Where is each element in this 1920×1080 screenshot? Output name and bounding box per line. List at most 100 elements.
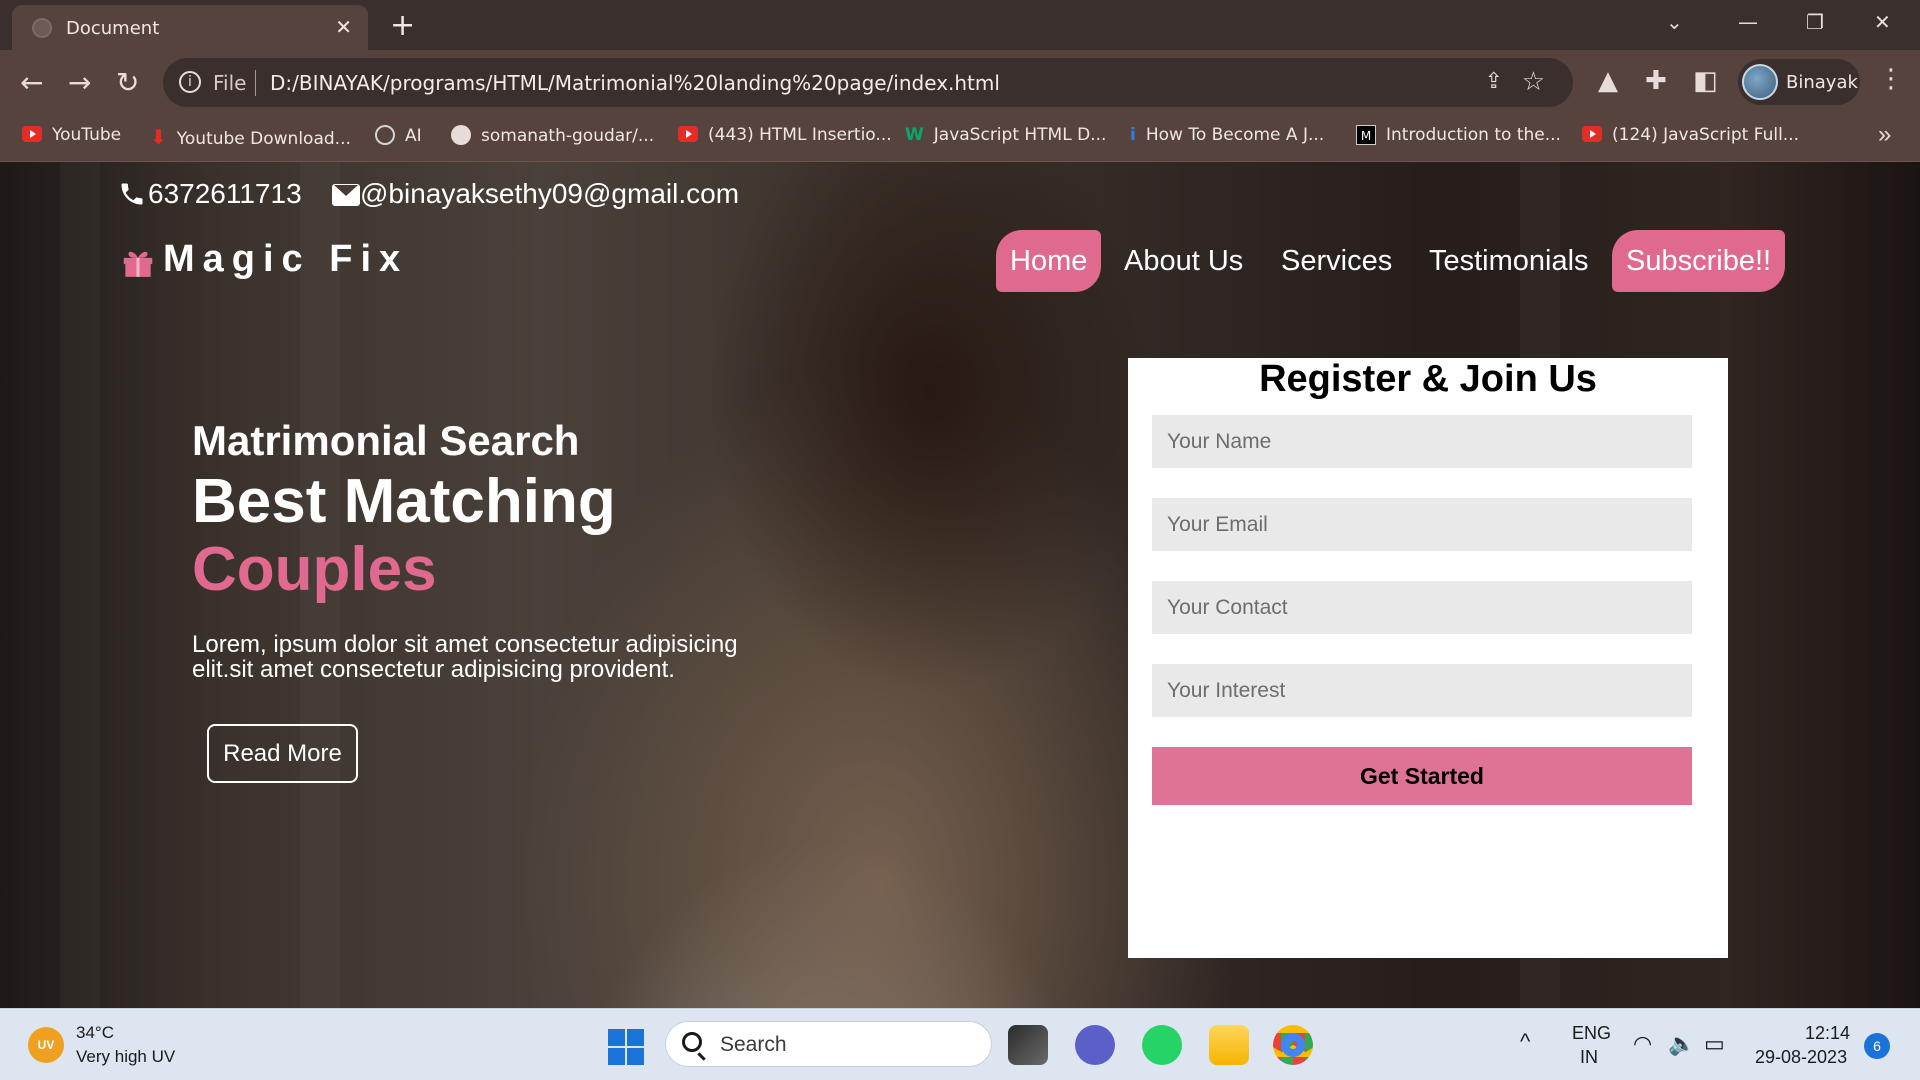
- hero-title: Best Matching: [192, 467, 616, 536]
- reload-icon[interactable]: ↻: [116, 66, 139, 99]
- brand-logo[interactable]: Magic Fix: [163, 238, 408, 281]
- get-started-button[interactable]: Get Started: [1152, 747, 1692, 805]
- profile-name: Binayak: [1786, 72, 1858, 93]
- clock-date[interactable]: 29-08-2023: [1755, 1047, 1847, 1068]
- address-separator: [255, 70, 256, 96]
- address-scheme: File: [213, 71, 247, 95]
- bookmark-label: Introduction to the...: [1386, 125, 1561, 145]
- download-icon: ⬇: [150, 125, 167, 149]
- youtube-icon: [1582, 126, 1602, 142]
- tab-search-icon[interactable]: ⌄: [1666, 10, 1683, 34]
- new-tab-button[interactable]: +: [390, 8, 415, 43]
- hero-description-line: elit.sit amet consectetur adipisicing pr…: [192, 656, 675, 683]
- contact-phone[interactable]: 6372611713: [148, 178, 302, 210]
- bookmark-label: JavaScript HTML D...: [933, 125, 1107, 145]
- chrome-icon[interactable]: [1273, 1025, 1313, 1065]
- back-icon[interactable]: ←: [20, 66, 43, 99]
- minimize-icon[interactable]: —: [1738, 10, 1758, 34]
- profile-button[interactable]: Binayak: [1738, 59, 1860, 105]
- volume-icon[interactable]: 🔈: [1668, 1031, 1695, 1057]
- taskbar-search[interactable]: Search: [665, 1021, 992, 1067]
- window-close-icon[interactable]: ✕: [1874, 10, 1891, 34]
- bookmark-label: Youtube Download...: [176, 129, 351, 149]
- tab-close-icon[interactable]: ✕: [335, 15, 352, 40]
- battery-icon[interactable]: ▭: [1704, 1031, 1725, 1057]
- windows-taskbar: UV 34°C Very high UV Search ^ ENG IN ◠ 🔈…: [0, 1008, 1920, 1080]
- name-field[interactable]: Your Name: [1152, 415, 1692, 468]
- tray-expand-icon[interactable]: ^: [1520, 1029, 1530, 1055]
- hero-description-line: Lorem, ipsum dolor sit amet consectetur …: [192, 631, 738, 658]
- bookmark-label: AI: [405, 126, 422, 146]
- openai-icon: [375, 125, 395, 145]
- notification-badge[interactable]: 6: [1864, 1033, 1890, 1059]
- language-indicator[interactable]: ENG: [1572, 1023, 1611, 1044]
- nav-services[interactable]: Services: [1267, 230, 1406, 292]
- url-text[interactable]: D:/BINAYAK/programs/HTML/Matrimonial%20l…: [270, 71, 1000, 95]
- extension-triangle-icon[interactable]: ▲: [1598, 66, 1618, 96]
- bookmark-label: (443) HTML Insertio...: [708, 125, 892, 145]
- wifi-icon[interactable]: ◠: [1633, 1031, 1652, 1057]
- form-title: Register & Join Us: [1259, 358, 1597, 400]
- github-icon: [451, 125, 471, 145]
- gift-icon: [123, 251, 153, 277]
- bookmark-label: somanath-goudar/...: [481, 126, 655, 146]
- teams-chat-icon[interactable]: [1075, 1025, 1115, 1065]
- w3schools-icon: W: [905, 125, 924, 145]
- weather-temperature[interactable]: 34°C: [76, 1023, 114, 1043]
- address-bar[interactable]: i File D:/BINAYAK/programs/HTML/Matrimon…: [163, 58, 1573, 107]
- bookmark-github[interactable]: somanath-goudar/...: [451, 125, 654, 146]
- nav-testimonials[interactable]: Testimonials: [1415, 230, 1603, 292]
- avatar: [1742, 64, 1778, 100]
- info-icon[interactable]: i: [179, 71, 201, 93]
- bookmark-youtube[interactable]: YouTube: [22, 125, 121, 145]
- bookmark-youtube-download[interactable]: ⬇ Youtube Download...: [150, 125, 351, 149]
- browser-tab[interactable]: Document ✕: [12, 5, 368, 50]
- windows-logo-pane: [608, 1048, 625, 1065]
- bookmark-introduction[interactable]: M Introduction to the...: [1356, 125, 1561, 145]
- windows-logo-pane: [627, 1048, 644, 1065]
- mail-icon: [332, 184, 360, 206]
- clock-time[interactable]: 12:14: [1805, 1023, 1850, 1044]
- info-icon: i: [1130, 125, 1136, 145]
- bookmark-html-insertion[interactable]: (443) HTML Insertio...: [678, 125, 892, 145]
- contact-email[interactable]: @binayaksethy09@gmail.com: [360, 178, 739, 210]
- nav-subscribe[interactable]: Subscribe!!: [1612, 230, 1786, 292]
- region-indicator[interactable]: IN: [1580, 1047, 1598, 1068]
- bookmark-star-icon[interactable]: ☆: [1522, 67, 1545, 97]
- interest-field[interactable]: Your Interest: [1152, 664, 1692, 717]
- bookmark-label: How To Become A J...: [1145, 125, 1325, 145]
- whatsapp-icon[interactable]: [1142, 1025, 1182, 1065]
- bookmarks-more-icon[interactable]: »: [1878, 121, 1891, 149]
- mdn-icon: M: [1356, 125, 1376, 145]
- contact-field[interactable]: Your Contact: [1152, 581, 1692, 634]
- weather-uv-icon[interactable]: UV: [28, 1027, 64, 1063]
- bookmark-javascript-full[interactable]: (124) JavaScript Full...: [1582, 125, 1799, 145]
- email-field[interactable]: Your Email: [1152, 498, 1692, 551]
- nav-home[interactable]: Home: [996, 230, 1102, 292]
- windows-start-icon[interactable]: [608, 1029, 644, 1065]
- youtube-icon: [22, 126, 42, 142]
- bookmark-ai[interactable]: AI: [375, 125, 422, 146]
- bookmark-label: (124) JavaScript Full...: [1612, 125, 1800, 145]
- hero-title-accent: Couples: [192, 535, 437, 604]
- search-icon: [682, 1032, 702, 1052]
- share-icon[interactable]: ⇪: [1485, 69, 1503, 94]
- bookmark-how-to-become[interactable]: i How To Become A J...: [1130, 125, 1324, 145]
- read-more-button[interactable]: Read More: [207, 724, 358, 783]
- browser-toolbar: ← → ↻ i File D:/BINAYAK/programs/HTML/Ma…: [0, 50, 1920, 115]
- windows-logo-pane: [627, 1029, 644, 1046]
- nav-about-us[interactable]: About Us: [1110, 230, 1257, 292]
- side-panel-icon[interactable]: ◧: [1693, 66, 1718, 96]
- file-explorer-icon[interactable]: [1209, 1025, 1249, 1065]
- task-view-icon[interactable]: [1008, 1025, 1048, 1065]
- restore-icon[interactable]: ❐: [1806, 10, 1824, 34]
- forward-icon[interactable]: →: [68, 66, 91, 99]
- windows-logo-pane: [608, 1029, 625, 1046]
- bookmark-label: YouTube: [52, 125, 122, 145]
- browser-menu-icon[interactable]: ⋮: [1878, 64, 1904, 94]
- taskbar-search-label: Search: [720, 1033, 787, 1056]
- weather-description[interactable]: Very high UV: [76, 1047, 175, 1067]
- extensions-puzzle-icon[interactable]: ✚: [1645, 66, 1667, 96]
- youtube-icon: [678, 126, 698, 142]
- bookmark-javascript-html[interactable]: W JavaScript HTML D...: [905, 125, 1106, 145]
